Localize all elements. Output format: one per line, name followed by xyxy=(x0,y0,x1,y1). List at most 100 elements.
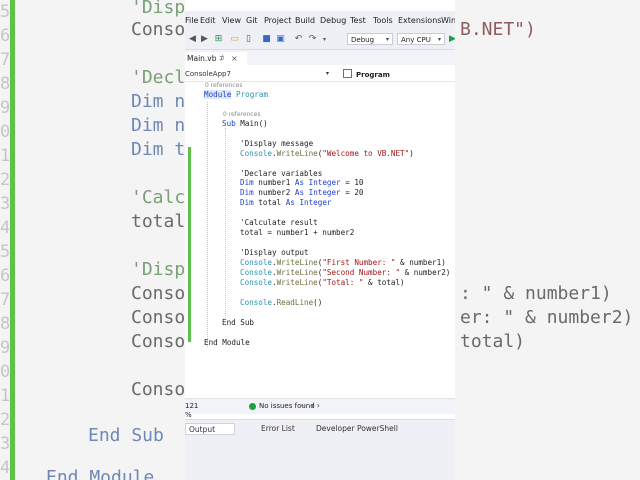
background-line-number: 1 xyxy=(0,386,11,406)
method-name: Main() xyxy=(240,119,268,128)
redo-dropdown-icon[interactable]: ▾ xyxy=(319,34,330,45)
background-line-number: 9 xyxy=(0,338,11,358)
menu-test[interactable]: Test xyxy=(350,16,366,25)
change-tracking-bar xyxy=(188,147,191,342)
class-icon xyxy=(343,69,352,78)
background-code-line: B.NET") xyxy=(460,19,536,40)
platform-dropdown[interactable]: Any CPU ▾ xyxy=(397,33,445,45)
background-code-line: total) xyxy=(460,331,526,352)
configuration-value: Debug xyxy=(351,36,375,44)
tab-error-list[interactable]: Error List xyxy=(261,423,295,435)
code-line: End Module xyxy=(204,338,250,347)
menu-edit[interactable]: Edit xyxy=(200,16,216,25)
keyword: Dim xyxy=(240,178,254,187)
visual-studio-window: File Edit View Git Project Build Debug T… xyxy=(185,0,455,480)
zoom-level[interactable]: 121 % xyxy=(185,402,207,419)
background-line-number: 8 xyxy=(0,74,11,94)
chevron-down-icon: ▾ xyxy=(325,70,329,77)
pin-icon[interactable]: ⊅ xyxy=(219,52,225,65)
background-line-number: 6 xyxy=(0,26,11,46)
code-line: Dim number1 As Integer = 10 xyxy=(240,178,364,187)
editor-status-strip: 121 % No issues found ⌁ ‹ › xyxy=(185,398,455,419)
member-name: Program xyxy=(356,71,390,79)
variable: number1 xyxy=(258,178,291,187)
background-line-number: 9 xyxy=(0,98,11,118)
menu-build[interactable]: Build xyxy=(295,16,315,25)
keyword: Sub xyxy=(222,119,236,128)
start-icon[interactable]: ▶ xyxy=(447,34,455,45)
code-editor[interactable]: 0 references Module Program 0 references… xyxy=(185,82,455,392)
back-icon[interactable]: ◀ xyxy=(187,34,198,45)
number-literal: 20 xyxy=(354,188,364,197)
code-line: Console.WriteLine("Welcome to VB.NET") xyxy=(240,149,414,158)
code-comment: 'Display output xyxy=(240,248,309,257)
project-dropdown[interactable]: ConsoleApp7 ▾ xyxy=(185,69,329,79)
code-line: Console.WriteLine("Second Number: " & nu… xyxy=(240,268,451,277)
background-line-number: 8 xyxy=(0,314,11,334)
string-literal: "Total: " xyxy=(322,278,364,287)
platform-value: Any CPU xyxy=(401,36,431,44)
project-name: ConsoleApp7 xyxy=(185,70,231,78)
menu-window[interactable]: Window xyxy=(441,16,455,25)
code-line: Dim number2 As Integer = 20 xyxy=(240,188,364,197)
background-line-number: 4 xyxy=(0,218,11,238)
chevron-down-icon: ▾ xyxy=(385,36,389,43)
method: ReadLine xyxy=(276,298,314,307)
menu-tools[interactable]: Tools xyxy=(373,16,393,25)
tab-label: Main.vb xyxy=(187,54,217,63)
background-line-number: 2 xyxy=(0,410,11,430)
menu-git[interactable]: Git xyxy=(246,16,258,25)
keyword: Module xyxy=(204,90,232,99)
indent-guide xyxy=(225,128,226,318)
open-folder-icon[interactable]: ▭ xyxy=(229,34,240,45)
check-icon xyxy=(249,403,256,410)
tab-main-vb[interactable]: Main.vb ⊅ × xyxy=(185,52,247,65)
menu-view[interactable]: View xyxy=(222,16,241,25)
background-line-number: 2 xyxy=(0,170,11,190)
code-text: & number1) xyxy=(395,258,446,267)
background-code-line: End Module xyxy=(46,467,155,480)
save-all-icon[interactable]: ▣ xyxy=(275,34,286,45)
code-cleanup-icon[interactable]: ⌁ xyxy=(299,401,304,411)
code-text: & total) xyxy=(363,278,405,287)
menu-project[interactable]: Project xyxy=(264,16,291,25)
background-code-line: total xyxy=(131,211,186,232)
background-code-line: : " & number1) xyxy=(460,283,612,304)
string-literal: "First Number: " xyxy=(322,258,396,267)
menu-file[interactable]: File xyxy=(185,16,198,25)
background-line-number: 4 xyxy=(0,458,11,478)
indent-guide xyxy=(207,102,208,347)
code-line: Dim total As Integer xyxy=(240,198,332,207)
tab-output[interactable]: Output xyxy=(185,423,235,435)
issues-status[interactable]: No issues found xyxy=(259,402,315,411)
configuration-dropdown[interactable]: Debug ▾ xyxy=(347,33,393,45)
method: WriteLine xyxy=(276,149,318,158)
code-line: Console.WriteLine("First Number: " & num… xyxy=(240,258,446,267)
background-code-line: End Sub xyxy=(88,425,164,446)
issue-navigation-arrows-icon[interactable]: ‹ › xyxy=(311,401,320,410)
background-code-line: 'Decl xyxy=(131,67,186,88)
code-line: Module Program xyxy=(204,90,455,100)
menu-debug[interactable]: Debug xyxy=(320,16,346,25)
new-project-icon[interactable]: ⊞ xyxy=(213,34,224,45)
forward-icon[interactable]: ▶ xyxy=(199,34,210,45)
undo-icon[interactable]: ↶ xyxy=(293,34,304,45)
save-icon[interactable]: ■ xyxy=(261,34,272,45)
toolbar: ◀ ▶ ⊞ ▭ ▯ ■ ▣ ↶ ↷ ▾ Debug ▾ Any CPU ▾ ▶ xyxy=(185,31,455,50)
background-line-number: 5 xyxy=(0,2,11,22)
member-dropdown[interactable]: Program xyxy=(343,69,453,79)
number-literal: 10 xyxy=(354,178,364,187)
open-file-icon[interactable]: ▯ xyxy=(243,34,254,45)
code-line: Console.WriteLine("Total: " & total) xyxy=(240,278,405,287)
background-line-number: 3 xyxy=(0,194,11,214)
background-code-line: 'Disp xyxy=(131,259,186,280)
background-line-number: 7 xyxy=(0,290,11,310)
menu-extensions[interactable]: Extensions xyxy=(398,16,441,25)
tab-developer-powershell[interactable]: Developer PowerShell xyxy=(316,423,398,435)
close-icon[interactable]: × xyxy=(231,52,238,65)
redo-icon[interactable]: ↷ xyxy=(307,34,318,45)
code-comment: 'Display message xyxy=(240,139,314,148)
background-line-number: 0 xyxy=(0,362,11,382)
keyword: As xyxy=(285,198,295,207)
navigation-bar: ConsoleApp7 ▾ Program xyxy=(185,67,455,82)
